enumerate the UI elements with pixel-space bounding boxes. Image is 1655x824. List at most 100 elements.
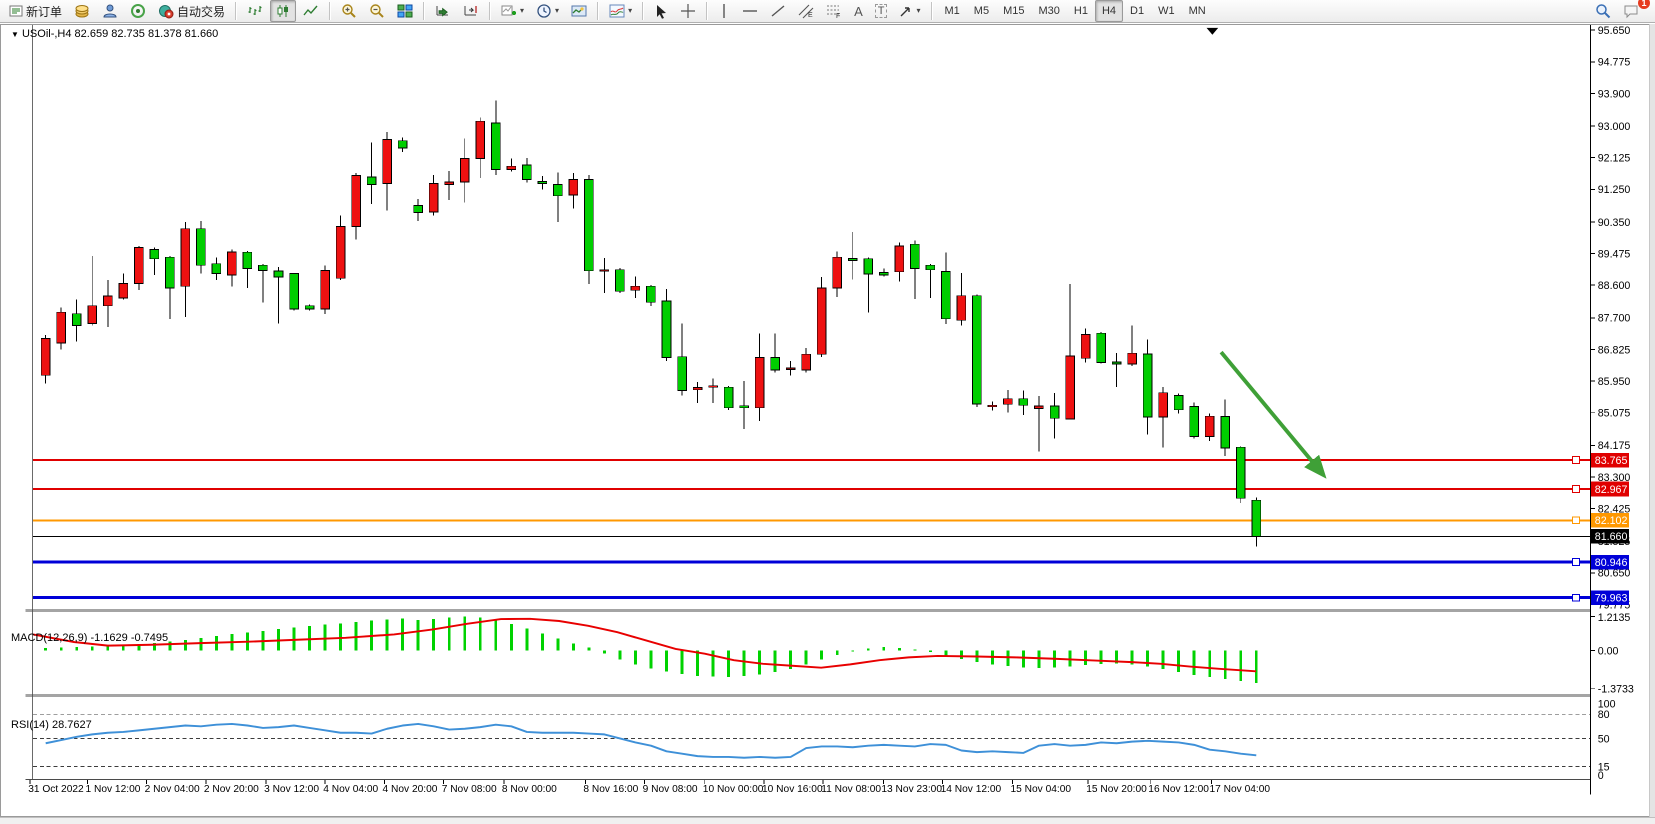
candle [678,357,687,391]
profile-button[interactable] [97,0,123,22]
cursor-tool-button[interactable] [649,0,673,22]
macd-tick-label: 1.2135 [1598,612,1631,624]
symbol-dropdown-icon[interactable]: ▼ [11,30,19,39]
chart-shift-icon [463,3,479,19]
text-label-icon: T [875,4,888,18]
date-tick-label: 3 Nov 12:00 [264,784,319,795]
macd-tick-label: 0.00 [1598,645,1619,657]
svg-text:E: E [808,12,813,19]
level-price-label: 81.660 [1595,531,1628,543]
candle [1143,354,1152,417]
chart-shift-button[interactable] [458,0,484,22]
candle [817,288,826,354]
line-chart-button[interactable] [298,0,324,22]
add-indicator-button[interactable]: ▾ [496,0,529,22]
crosshair-tool-button[interactable] [675,0,701,22]
tab-timeframe-mn[interactable]: MN [1182,0,1213,22]
auto-scroll-button[interactable] [430,0,456,22]
price-tick-label: 93.000 [1598,121,1631,133]
deposit-button[interactable] [69,0,95,22]
trendline-tool-button[interactable] [765,0,791,22]
text-icon: A [854,4,863,19]
chart-canvas[interactable]: 95.65094.77593.90093.00092.12591.25090.3… [1,25,1655,818]
candle [538,181,547,183]
vertical-line-tool-button[interactable] [713,0,735,22]
macd-pane: 1.21350.00-1.3733 [33,612,1634,696]
candle [321,270,330,309]
tab-timeframe-m1[interactable]: M1 [938,0,967,22]
candle [724,387,733,408]
arrow-shapes-icon [899,4,913,18]
zoom-out-button[interactable] [364,0,390,22]
candle [1050,406,1059,418]
date-tick-label: 31 Oct 2022 [28,784,84,795]
candle [165,257,174,288]
candle [1019,399,1028,406]
equidistant-channel-tool-button[interactable]: E [793,0,819,22]
candle [429,184,438,213]
chart-title: ▼ USOil-,H4 82.659 82.735 81.378 81.660 [11,28,218,40]
tab-timeframe-m5[interactable]: M5 [967,0,996,22]
profile-icon [102,3,118,19]
arrow-shapes-button[interactable]: ▾ [894,0,925,22]
zoom-in-icon [341,3,357,19]
candlestick-chart-button[interactable] [270,0,296,22]
price-axis: 95.65094.77593.90093.00092.12591.25090.3… [1590,25,1630,611]
price-tick-label: 90.350 [1598,217,1631,229]
text-label-tool-button[interactable]: T [870,0,893,22]
tab-timeframe-m30[interactable]: M30 [1031,0,1066,22]
period-button[interactable]: ▾ [531,0,564,22]
candle [647,286,656,302]
candle [1035,406,1044,409]
template-button[interactable] [566,0,592,22]
candle [988,405,997,406]
tile-windows-button[interactable] [392,0,418,22]
tab-timeframe-h4[interactable]: H4 [1095,0,1123,22]
candle [1205,416,1214,436]
candle [786,368,795,369]
vertical-line-icon [718,3,730,19]
candle [662,301,671,357]
price-tick-label: 92.125 [1598,153,1631,165]
autotrade-icon [158,3,174,19]
price-tick-label: 94.775 [1598,57,1631,69]
tab-timeframe-m15[interactable]: M15 [996,0,1031,22]
indicator-list-button[interactable]: ▾ [604,0,637,22]
tab-timeframe-w1[interactable]: W1 [1151,0,1182,22]
search-button[interactable] [1590,0,1616,22]
signal-icon [130,3,146,19]
candle [585,180,594,271]
candle [290,274,299,309]
candle [1112,362,1121,364]
auto-trading-label: 自动交易 [177,3,225,20]
tab-timeframe-d1[interactable]: D1 [1123,0,1151,22]
toolbar-separator [597,2,599,20]
date-tick-label: 7 Nov 08:00 [442,784,497,795]
equidistant-channel-icon: E [798,3,814,19]
bar-chart-button[interactable] [242,0,268,22]
text-tool-button[interactable]: A [849,0,868,22]
auto-trading-button[interactable]: 自动交易 [153,0,230,22]
candle [212,264,221,274]
signals-button[interactable] [125,0,151,22]
candle [693,388,702,390]
fibonacci-tool-button[interactable]: F [821,0,847,22]
candle [926,265,935,269]
zoom-in-button[interactable] [336,0,362,22]
fibonacci-icon: F [826,3,842,19]
tab-timeframe-h1[interactable]: H1 [1067,0,1095,22]
notifications-button[interactable]: 1 [1618,0,1645,22]
horizontal-line-tool-button[interactable] [737,0,763,22]
candle [398,141,407,148]
line-chart-icon [303,3,319,19]
candle [1128,353,1137,364]
cursor-icon [654,4,668,19]
candle [150,249,159,258]
level-price-label: 79.963 [1595,593,1628,605]
candle [1081,334,1090,358]
line-anchor [1572,559,1579,566]
new-order-button[interactable]: 新订单 [4,0,67,22]
candle [134,248,143,284]
candle [1174,396,1183,410]
horizontal-line-icon [742,5,758,17]
